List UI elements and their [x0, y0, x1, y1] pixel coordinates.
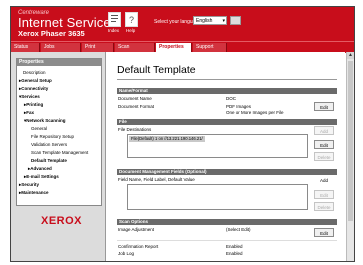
language-select[interactable]: English ▾	[193, 16, 227, 25]
scan-options-edit-button[interactable]: Edit	[314, 228, 334, 237]
image-adjustment-label: Image Adjustment	[118, 227, 155, 232]
scrollbar-thumb[interactable]	[348, 61, 353, 221]
document-name-value: DOC	[226, 96, 236, 101]
tree-item-advanced[interactable]: ▸Advanced	[28, 166, 52, 172]
properties-tree-title: Properties	[17, 59, 101, 66]
scroll-up-icon[interactable]: ▲	[347, 52, 354, 59]
tab-jobs[interactable]: Jobs	[41, 43, 81, 52]
document-format-label: Document Format	[118, 104, 155, 109]
image-adjustment-value: (Select Edit)	[226, 227, 251, 232]
dm-fields-list[interactable]	[127, 184, 308, 210]
document-format-detail: One or More Images per File	[226, 110, 284, 115]
section-scan-options-header: Scan Options	[117, 219, 337, 225]
xerox-logo: XEROX	[41, 215, 83, 227]
job-log-value: Enabled	[226, 251, 243, 256]
page-title: Default Template	[117, 64, 196, 76]
tree-item-general[interactable]: General	[31, 126, 47, 131]
file-destination-item[interactable]: File(Default) 1 on //13.221.190.146.21/	[129, 136, 205, 142]
index-icon-label[interactable]: Index	[108, 28, 119, 33]
help-icon[interactable]: ?	[125, 12, 138, 27]
help-icon-label[interactable]: Help	[126, 28, 135, 33]
tree-item-services[interactable]: ▾Services	[19, 94, 40, 100]
sidebar: Properties Description ▸General Setup ▸C…	[11, 52, 106, 261]
dm-fields-delete-button[interactable]: Delete	[314, 202, 334, 211]
section-name-format-header: Name/Format	[117, 88, 337, 94]
scan-options-divider	[117, 240, 337, 241]
tree-item-connectivity[interactable]: ▸Connectivity	[19, 86, 48, 92]
tree-item-file-repository-setup[interactable]: File Repository Setup	[31, 134, 74, 139]
language-value: English	[196, 18, 213, 24]
main-content: Default Template Name/Format Document Na…	[106, 52, 345, 261]
chevron-down-icon: ▾	[222, 18, 225, 24]
tree-item-security[interactable]: ▸Security	[19, 182, 39, 188]
tree-item-email-settings[interactable]: ▸E-mail Settings	[24, 174, 59, 180]
document-name-label: Document Name	[118, 96, 152, 101]
name-format-edit-button[interactable]: Edit	[314, 102, 334, 111]
tab-status[interactable]: Status	[11, 43, 40, 52]
index-icon[interactable]	[108, 12, 121, 27]
svg-text:?: ?	[129, 15, 134, 25]
file-destinations-label: File Destinations	[118, 127, 152, 132]
browser-frame: Centreware Internet Services Xerox Phase…	[10, 6, 355, 262]
tab-support[interactable]: Support	[193, 43, 227, 52]
job-log-label: Job Log	[118, 251, 135, 256]
tree-item-default-template[interactable]: Default Template	[31, 158, 67, 163]
tree-item-description[interactable]: Description	[23, 70, 46, 75]
vertical-scrollbar[interactable]: ▲	[346, 52, 354, 261]
tree-item-scan-template-management[interactable]: Scan Template Management	[31, 150, 88, 155]
brand-title: Internet Services	[18, 15, 118, 30]
file-delete-button[interactable]: Delete	[314, 152, 334, 161]
dm-fields-column-label: Field Name, Field Label, Default Value	[118, 177, 195, 182]
file-destinations-list[interactable]: File(Default) 1 on //13.221.190.146.21/	[127, 134, 308, 158]
tree-item-printing[interactable]: ▸Printing	[24, 102, 43, 108]
tree-item-general-setup[interactable]: ▸General Setup	[19, 78, 52, 84]
printer-model: Xerox Phaser 3635	[18, 29, 85, 38]
tree-item-validation-servers[interactable]: Validation Servers	[31, 142, 67, 147]
app-header: Centreware Internet Services Xerox Phase…	[11, 7, 354, 41]
section-file-header: File	[117, 119, 337, 125]
title-divider	[117, 79, 337, 80]
tree-item-maintenance[interactable]: ▸Maintenance	[19, 190, 49, 196]
language-go-button[interactable]	[230, 16, 241, 25]
tree-item-fax[interactable]: ▸Fax	[24, 110, 34, 116]
screenshot-page: Centreware Internet Services Xerox Phase…	[0, 0, 363, 265]
dm-fields-add-button[interactable]: Add	[314, 176, 334, 185]
confirmation-report-value: Enabled	[226, 244, 243, 249]
section-dm-fields-header: Document Management Fields (Optional)	[117, 169, 337, 175]
tab-print[interactable]: Print	[82, 43, 114, 52]
confirmation-report-label: Confirmation Report	[118, 244, 159, 249]
file-edit-button[interactable]: Edit	[314, 140, 334, 149]
document-format-value: PDF Images	[226, 104, 252, 109]
tab-properties[interactable]: Properties	[156, 43, 192, 52]
tab-scan[interactable]: Scan	[115, 43, 155, 52]
file-add-button[interactable]: Add	[314, 126, 334, 135]
tree-item-network-scanning[interactable]: ▾Network Scanning	[24, 118, 66, 124]
properties-tree: Properties Description ▸General Setup ▸C…	[16, 58, 102, 206]
dm-fields-edit-button[interactable]: Edit	[314, 190, 334, 199]
